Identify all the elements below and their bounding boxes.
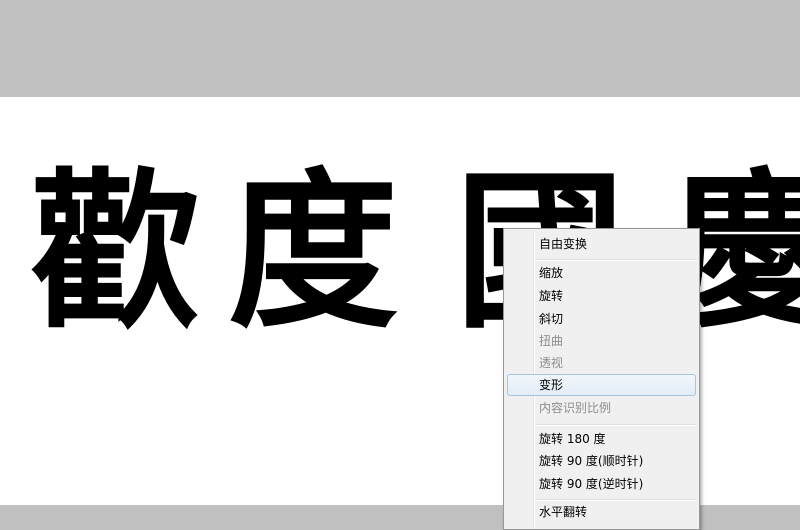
menu-separator (536, 424, 696, 426)
menu-item-rotate-90-ccw[interactable]: 旋转 90 度(逆时针) (507, 473, 696, 495)
menu-item-perspective: 透视 (539, 356, 564, 370)
menu-separator (536, 259, 696, 261)
menu-item-skew[interactable]: 斜切 (507, 308, 696, 330)
menu-item-distort: 扭曲 (539, 334, 564, 348)
calligraphy-char: 度 (228, 152, 399, 352)
menu-item-warp[interactable]: 变形 (507, 374, 696, 396)
menu-item-free-transform[interactable]: 自由变换 (507, 233, 696, 255)
menu-item-rotate-90-cw[interactable]: 旋转 90 度(顺时针) (507, 450, 696, 472)
menu-item-rotate-180[interactable]: 旋转 180 度 (507, 428, 696, 450)
transform-context-menu: 自由变换 缩放 旋转 斜切 扭曲 透视 变形 内容识别比例 旋转 180 度 旋… (503, 228, 700, 530)
menu-item-scale[interactable]: 缩放 (507, 262, 696, 284)
menu-item-content-aware-scale: 内容识别比例 (539, 401, 612, 415)
menu-item-rotate[interactable]: 旋转 (507, 285, 696, 307)
calligraphy-char: 歡 (30, 152, 201, 352)
menu-item-flip-horizontal[interactable]: 水平翻转 (507, 501, 696, 523)
